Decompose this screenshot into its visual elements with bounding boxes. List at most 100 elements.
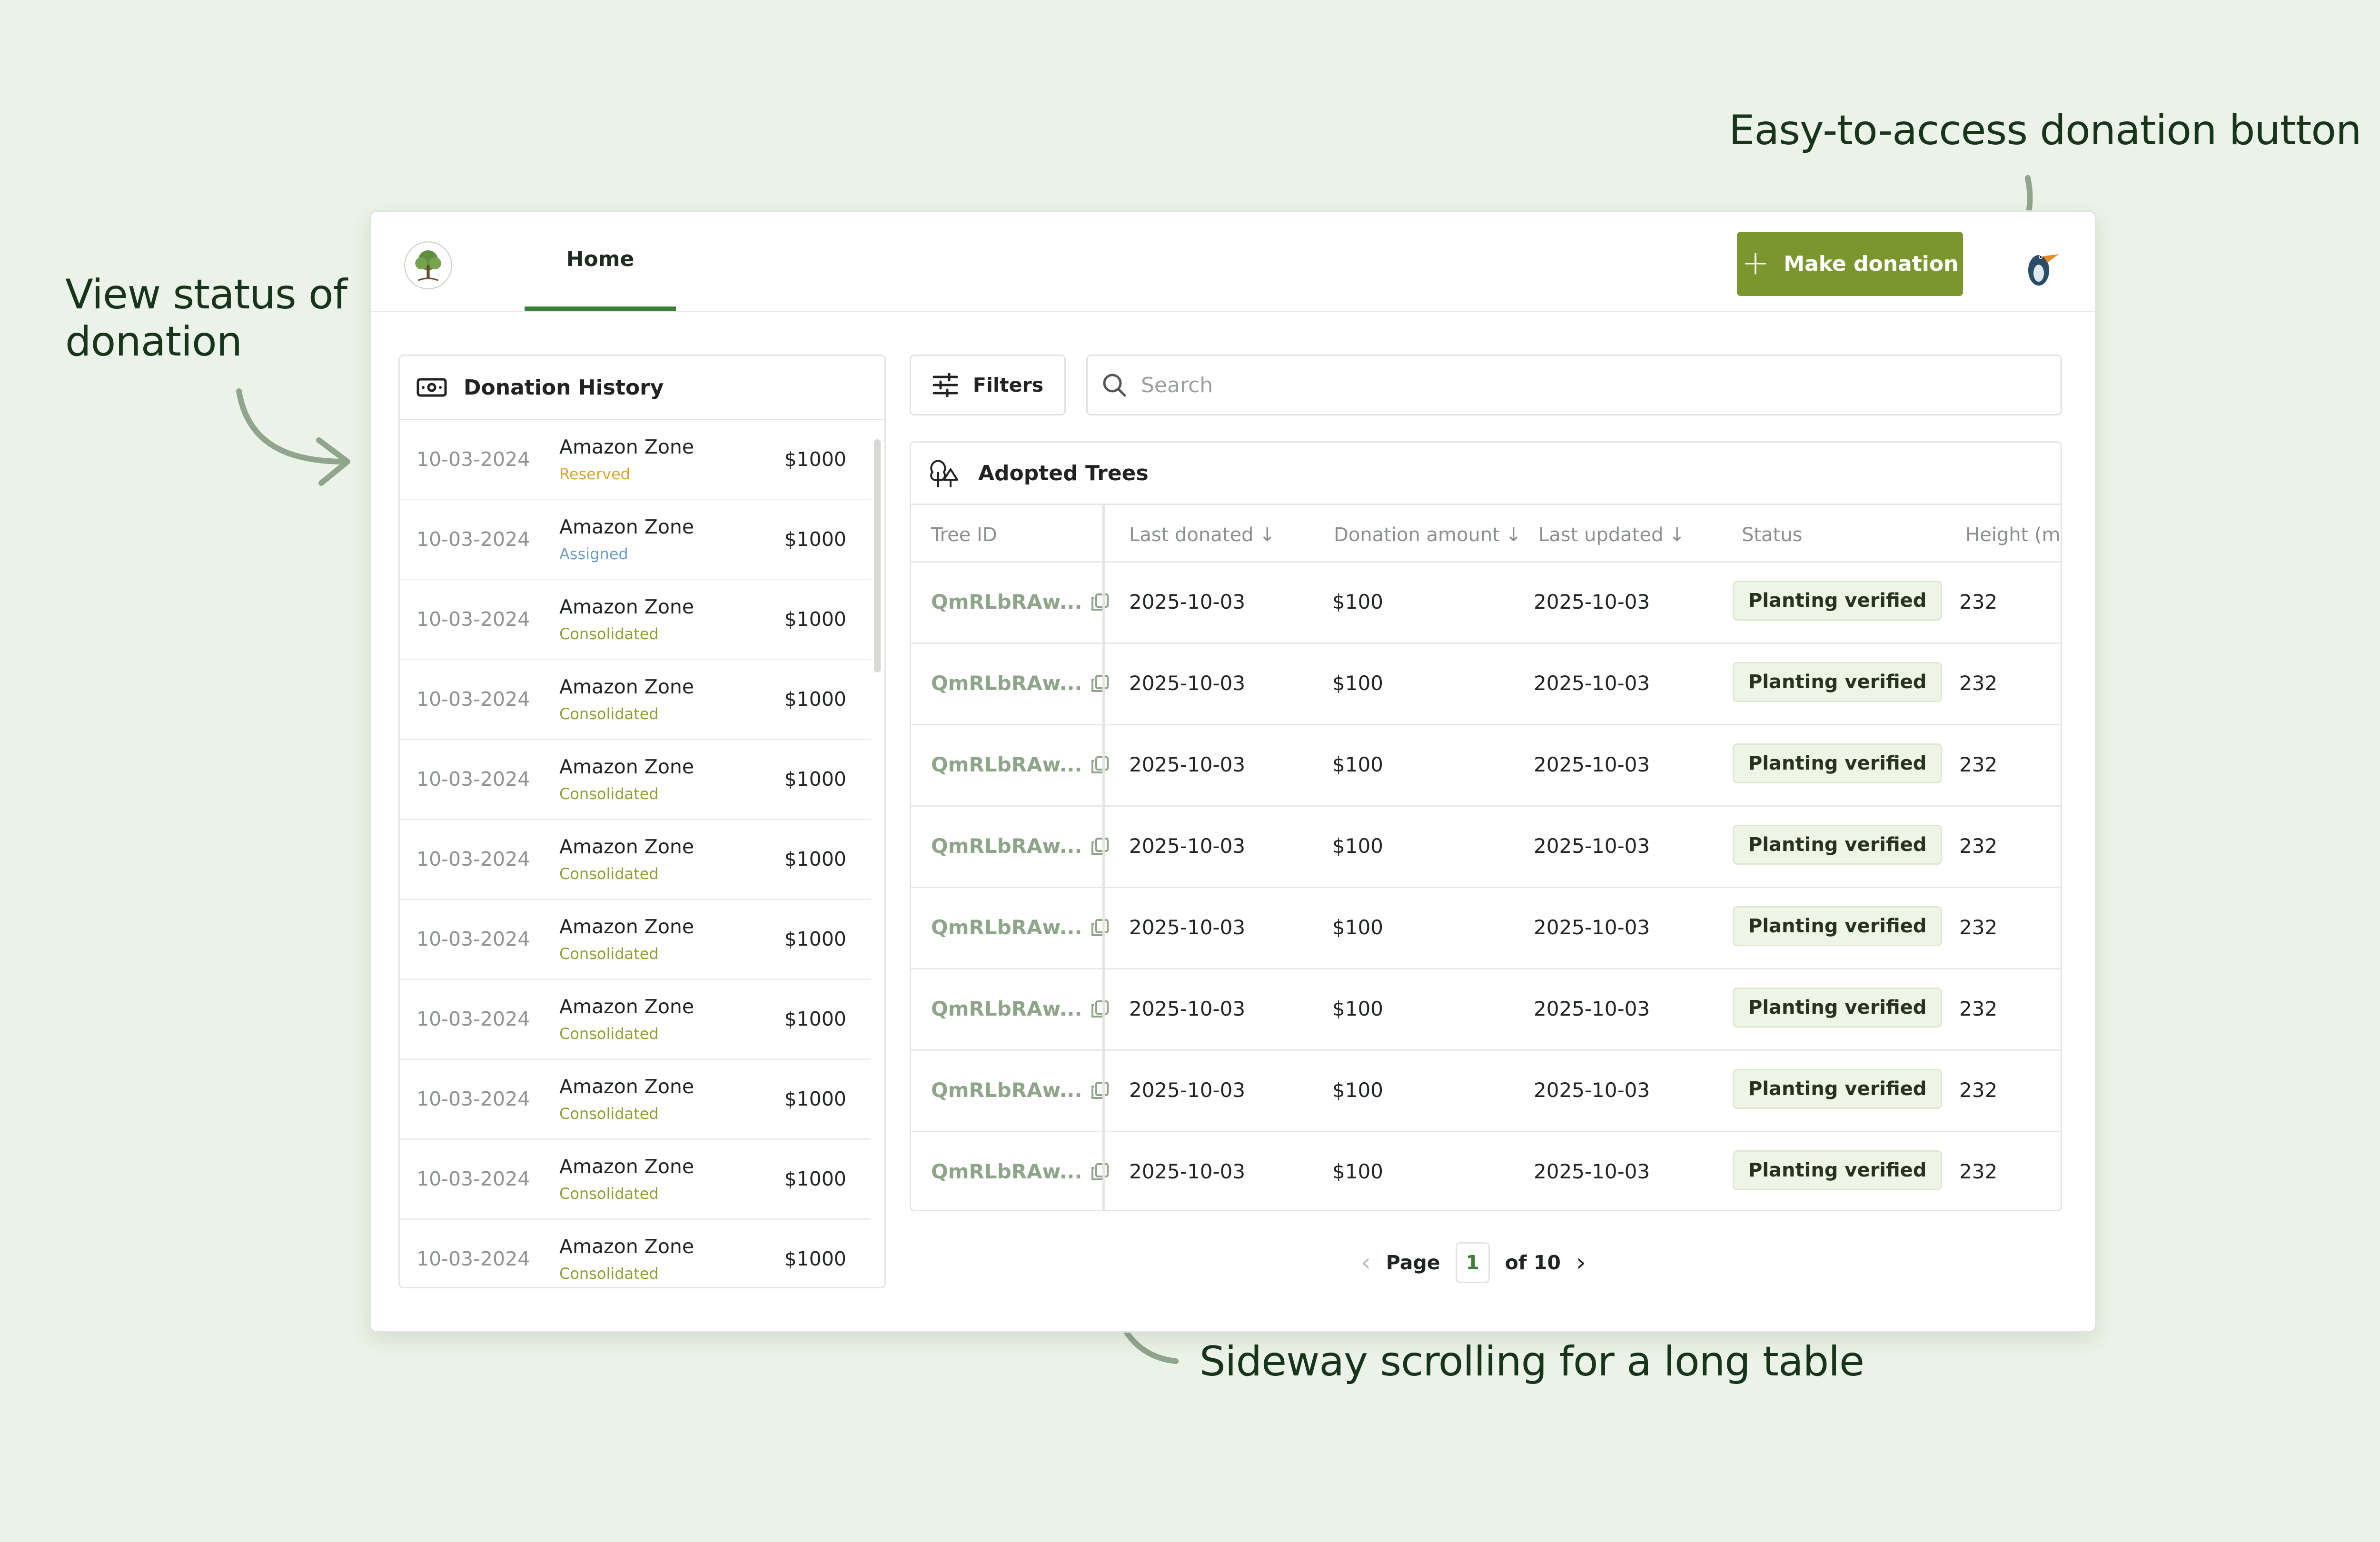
status-badge: Planting verified	[1733, 906, 1943, 946]
donation-amount: $1000	[784, 448, 846, 471]
donation-status: Consolidated	[559, 705, 659, 723]
donation-amount: $1000	[784, 1167, 846, 1190]
height-cell: 232	[1959, 1160, 1998, 1183]
donation-status: Consolidated	[559, 945, 659, 963]
last-donated-cell: 2025-10-03	[1129, 753, 1246, 776]
history-scrollbar[interactable]	[874, 439, 881, 672]
height-cell: 232	[1959, 753, 1998, 776]
last-donated-cell: 2025-10-03	[1129, 1160, 1246, 1183]
table-row[interactable]: QmRLbRAw... 2025-10-03 $100 2025-10-03 Plant…	[911, 1049, 2061, 1132]
copy-icon[interactable]	[1091, 918, 1110, 937]
list-item[interactable]: 10-03-2024 Amazon Zone Consolidated $1000	[400, 820, 871, 900]
col-donation-amount[interactable]: Donation amount ↓	[1334, 524, 1521, 546]
tree-id-cell[interactable]: QmRLbRAw...	[931, 1160, 1110, 1183]
app-window: Home + Make donation Donation History 10…	[369, 210, 2096, 1333]
status-badge: Planting verified	[1733, 743, 1943, 783]
table-row[interactable]: QmRLbRAw... 2025-10-03 $100 2025-10-03 Plant…	[911, 968, 2061, 1051]
trees-icon	[930, 459, 958, 487]
last-donated-cell: 2025-10-03	[1129, 834, 1246, 858]
table-row[interactable]: QmRLbRAw... 2025-10-03 $100 2025-10-03 Plant…	[911, 724, 2061, 807]
table-row[interactable]: QmRLbRAw... 2025-10-03 $100 2025-10-03 Plant…	[911, 561, 2061, 644]
copy-icon[interactable]	[1091, 999, 1110, 1018]
height-cell: 232	[1959, 834, 1998, 858]
donation-zone: Amazon Zone	[559, 1155, 694, 1178]
pagination: ‹ Page 1 of 10 ›	[1361, 1239, 1586, 1286]
copy-icon[interactable]	[1091, 755, 1110, 774]
donation-date: 10-03-2024	[416, 848, 530, 870]
donation-zone: Amazon Zone	[559, 835, 694, 858]
tree-id-cell[interactable]: QmRLbRAw...	[931, 997, 1110, 1020]
list-item[interactable]: 10-03-2024 Amazon Zone Consolidated $1000	[400, 980, 871, 1060]
copy-icon[interactable]	[1091, 837, 1110, 856]
last-updated-cell: 2025-10-03	[1534, 753, 1650, 776]
donation-zone: Amazon Zone	[559, 675, 694, 698]
copy-icon[interactable]	[1091, 674, 1110, 693]
make-donation-button[interactable]: + Make donation	[1737, 232, 1963, 296]
donation-status: Consolidated	[559, 1025, 659, 1043]
copy-icon[interactable]	[1091, 593, 1110, 612]
list-item[interactable]: 10-03-2024 Amazon Zone Consolidated $1000	[400, 900, 871, 980]
list-item[interactable]: 10-03-2024 Amazon Zone Consolidated $1000	[400, 1140, 871, 1220]
donation-status: Consolidated	[559, 865, 659, 883]
col-last-updated[interactable]: Last updated ↓	[1538, 524, 1685, 546]
table-row[interactable]: QmRLbRAw... 2025-10-03 $100 2025-10-03 Plant…	[911, 805, 2061, 888]
donation-amount: $1000	[784, 688, 846, 711]
list-item[interactable]: 10-03-2024 Amazon Zone Consolidated $1000	[400, 1060, 871, 1140]
search-input[interactable]	[1140, 372, 1999, 398]
search-box	[1086, 355, 2062, 415]
donation-amount-cell: $100	[1332, 834, 1383, 858]
donation-amount-cell: $100	[1332, 672, 1383, 695]
list-item[interactable]: 10-03-2024 Amazon Zone Consolidated $1000	[400, 1220, 871, 1287]
donation-amount: $1000	[784, 848, 846, 870]
col-last-donated[interactable]: Last donated ↓	[1129, 524, 1275, 546]
table-row[interactable]: QmRLbRAw... 2025-10-03 $100 2025-10-03 Plant…	[911, 887, 2061, 969]
list-item[interactable]: 10-03-2024 Amazon Zone Consolidated $1000	[400, 740, 871, 820]
last-donated-cell: 2025-10-03	[1129, 997, 1246, 1020]
tree-id-cell[interactable]: QmRLbRAw...	[931, 1078, 1110, 1102]
annotation-arrow-left	[236, 388, 350, 486]
donation-date: 10-03-2024	[416, 528, 530, 551]
table-row[interactable]: QmRLbRAw... 2025-10-03 $100 2025-10-03 Plant…	[911, 1131, 2061, 1210]
tree-id-cell[interactable]: QmRLbRAw...	[931, 916, 1110, 939]
donation-amount: $1000	[784, 928, 846, 950]
tree-logo-icon[interactable]	[403, 240, 453, 290]
filters-button[interactable]: Filters	[910, 355, 1066, 415]
tree-id-cell[interactable]: QmRLbRAw...	[931, 834, 1110, 858]
sliders-icon	[932, 373, 958, 397]
donation-zone: Amazon Zone	[559, 915, 694, 938]
donation-amount-cell: $100	[1332, 753, 1383, 776]
last-donated-cell: 2025-10-03	[1129, 1078, 1246, 1102]
donation-date: 10-03-2024	[416, 1008, 530, 1030]
last-updated-cell: 2025-10-03	[1534, 834, 1650, 858]
donation-amount: $1000	[784, 528, 846, 551]
list-item[interactable]: 10-03-2024 Amazon Zone Consolidated $1000	[400, 580, 871, 660]
donation-amount: $1000	[784, 1247, 846, 1270]
height-cell: 232	[1959, 590, 1998, 613]
donation-date: 10-03-2024	[416, 448, 530, 471]
next-page-icon[interactable]: ›	[1576, 1248, 1586, 1277]
toucan-avatar-icon[interactable]	[2018, 242, 2065, 289]
table-row[interactable]: QmRLbRAw... 2025-10-03 $100 2025-10-03 Plant…	[911, 642, 2061, 725]
donation-date: 10-03-2024	[416, 768, 530, 791]
donation-status: Reserved	[559, 465, 630, 483]
tree-id-cell[interactable]: QmRLbRAw...	[931, 672, 1110, 695]
donation-amount: $1000	[784, 1008, 846, 1030]
list-item[interactable]: 10-03-2024 Amazon Zone Consolidated $1000	[400, 660, 871, 740]
list-item[interactable]: 10-03-2024 Amazon Zone Assigned $1000	[400, 500, 871, 580]
col-status[interactable]: Status	[1742, 524, 1802, 546]
current-page-input[interactable]: 1	[1455, 1242, 1490, 1283]
copy-icon[interactable]	[1091, 1162, 1110, 1181]
tree-id-cell[interactable]: QmRLbRAw...	[931, 590, 1110, 613]
copy-icon[interactable]	[1091, 1081, 1110, 1100]
tree-id-cell[interactable]: QmRLbRAw...	[931, 753, 1110, 776]
height-cell: 232	[1959, 672, 1998, 695]
page-label: Page	[1386, 1251, 1440, 1274]
col-height[interactable]: Height (m)	[1965, 524, 2061, 546]
donation-date: 10-03-2024	[416, 688, 530, 711]
donation-date: 10-03-2024	[416, 1247, 530, 1270]
col-tree-id[interactable]: Tree ID	[931, 524, 997, 546]
status-badge: Planting verified	[1733, 1150, 1943, 1190]
list-item[interactable]: 10-03-2024 Amazon Zone Reserved $1000	[400, 420, 871, 500]
prev-page-icon[interactable]: ‹	[1361, 1248, 1371, 1277]
tab-home[interactable]: Home	[525, 212, 676, 311]
